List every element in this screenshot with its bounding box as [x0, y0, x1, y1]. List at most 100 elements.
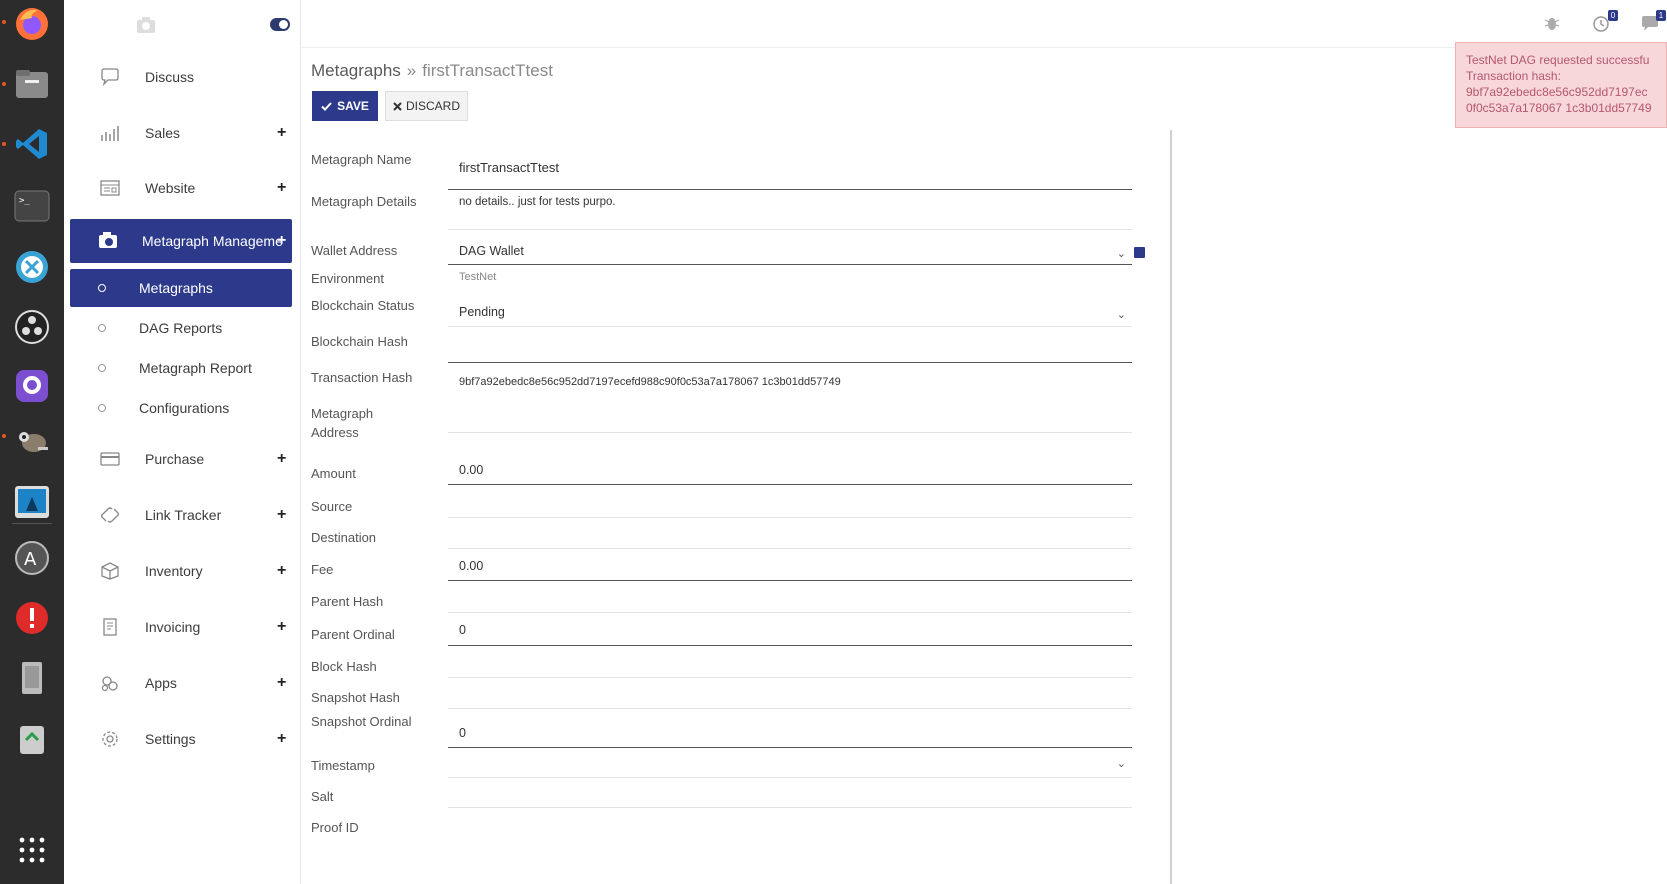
expand-plus-icon[interactable]: +: [277, 124, 286, 142]
amount-input[interactable]: 0.00: [448, 462, 1132, 485]
notification-toast[interactable]: TestNet DAG requested successfu Transact…: [1455, 42, 1667, 128]
image-viewer-icon[interactable]: [10, 480, 54, 524]
parent-hash-label: Parent Hash: [311, 594, 384, 609]
blockchain-hash-label: Blockchain Hash: [311, 334, 408, 349]
parent-hash-input[interactable]: [448, 590, 1132, 613]
sidebar-item-website[interactable]: Website +: [70, 168, 292, 208]
parent-ordinal-input[interactable]: 0: [448, 622, 1132, 646]
snapshot-hash-input[interactable]: [448, 686, 1132, 709]
source-input[interactable]: [448, 495, 1132, 518]
expand-plus-icon[interactable]: +: [277, 562, 286, 580]
ubuntu-dock: >_ A: [0, 0, 64, 884]
sidebar-item-inventory[interactable]: Inventory +: [70, 551, 292, 591]
destination-input[interactable]: [448, 526, 1132, 549]
app-sidebar: Discuss Sales + Website + Metagraph Mana…: [64, 0, 301, 884]
save-button-label: SAVE: [337, 99, 369, 113]
amount-label: Amount: [311, 466, 356, 481]
wallet-address-select[interactable]: DAG Wallet ⌄: [448, 242, 1132, 265]
chart-icon: [101, 126, 119, 141]
gimp-icon[interactable]: [10, 420, 54, 464]
environment-label: Environment: [311, 271, 384, 286]
sidebar-subitem-metagraphs[interactable]: Metagraphs: [70, 269, 292, 307]
sidebar-toggle[interactable]: [270, 18, 290, 31]
sidebar-item-metagraph-management[interactable]: Metagraph Manageme +: [70, 219, 292, 263]
salt-input[interactable]: [448, 785, 1132, 808]
github-desktop-icon[interactable]: [10, 364, 54, 408]
snapshot-ordinal-label: Snapshot Ordinal: [311, 714, 412, 729]
usb-drive-icon[interactable]: [10, 656, 54, 700]
sidebar-item-invoicing[interactable]: Invoicing +: [70, 607, 292, 647]
invoice-icon: [103, 618, 117, 636]
expand-plus-icon[interactable]: +: [277, 179, 286, 197]
alert-icon[interactable]: [10, 596, 54, 640]
block-hash-label: Block Hash: [311, 659, 377, 674]
expand-plus-icon[interactable]: +: [277, 730, 286, 748]
sidebar-item-label: Invoicing: [145, 619, 201, 635]
notification-line: TestNet DAG requested successfu: [1466, 53, 1650, 67]
transaction-hash-input[interactable]: 9bf7a92ebedc8e56c952dd7197ecefd988c90f0c…: [448, 374, 1132, 399]
obs-icon[interactable]: [10, 305, 54, 349]
remote-desktop-icon[interactable]: [10, 245, 54, 289]
trash-icon[interactable]: [10, 716, 54, 760]
sidebar-subitem-label: DAG Reports: [139, 320, 223, 336]
expand-plus-icon[interactable]: +: [277, 506, 286, 524]
firefox-icon[interactable]: [10, 2, 54, 46]
sidebar-subitem-label: Configurations: [139, 400, 230, 416]
camera-icon: [99, 232, 117, 248]
environment-value: TestNet: [459, 271, 497, 283]
save-button[interactable]: SAVE: [312, 91, 378, 121]
sidebar-item-link-tracker[interactable]: Link Tracker +: [70, 495, 292, 535]
messages-badge: 1: [1656, 10, 1666, 21]
apps-icon: [101, 676, 118, 692]
sidebar-item-label: Discuss: [145, 69, 195, 85]
block-hash-input[interactable]: [448, 655, 1132, 678]
chevron-down-icon: ⌄: [1116, 309, 1126, 321]
sidebar-item-sales[interactable]: Sales +: [70, 113, 292, 153]
sidebar-item-apps[interactable]: Apps +: [70, 663, 292, 703]
sidebar-subitem-dag-reports[interactable]: DAG Reports: [70, 309, 292, 347]
vscode-icon[interactable]: [10, 122, 54, 166]
metagraph-name-input[interactable]: firstTransactTtest: [448, 157, 1132, 190]
app-center-icon[interactable]: A: [10, 536, 54, 580]
expand-plus-icon[interactable]: +: [277, 450, 286, 468]
breadcrumb-parent[interactable]: Metagraphs: [311, 61, 401, 80]
bullet-icon: [98, 364, 106, 372]
sidebar-item-label: Website: [145, 180, 196, 196]
sidebar-subitem-metagraph-report[interactable]: Metagraph Report: [70, 349, 292, 387]
sidebar-subitem-configurations[interactable]: Configurations: [70, 389, 292, 427]
files-icon[interactable]: [10, 62, 54, 106]
bullet-icon: [98, 284, 106, 292]
fee-label: Fee: [311, 562, 334, 577]
expand-plus-icon[interactable]: +: [277, 232, 286, 250]
discard-button[interactable]: DISCARD: [385, 91, 468, 121]
blockchain-status-value: Pending: [459, 305, 505, 319]
external-link-icon[interactable]: [1134, 247, 1145, 258]
transaction-hash-label: Transaction Hash: [311, 370, 413, 385]
expand-plus-icon[interactable]: +: [277, 618, 286, 636]
metagraph-address-input[interactable]: [448, 406, 1132, 433]
bullet-icon: [98, 404, 106, 412]
terminal-icon[interactable]: >_: [10, 184, 54, 228]
sidebar-item-label: Link Tracker: [145, 507, 222, 523]
messages-icon[interactable]: 1: [1640, 10, 1666, 32]
sidebar-item-label: Purchase: [145, 451, 205, 467]
expand-plus-icon[interactable]: +: [277, 674, 286, 692]
blockchain-status-select[interactable]: Pending ⌄: [448, 303, 1132, 327]
snapshot-ordinal-input[interactable]: 0: [448, 725, 1132, 748]
sidebar-item-discuss[interactable]: Discuss: [70, 57, 292, 97]
link-icon: [101, 507, 119, 523]
blockchain-hash-input[interactable]: [448, 338, 1132, 363]
sidebar-item-purchase[interactable]: Purchase +: [70, 439, 292, 479]
running-indicator: [2, 434, 6, 438]
activity-clock-icon[interactable]: 0: [1592, 10, 1618, 32]
notification-line: 9bf7a92ebedc8e56c952dd7197ec: [1466, 85, 1648, 99]
credit-card-icon: [100, 452, 120, 466]
bug-icon[interactable]: [1542, 14, 1562, 32]
sidebar-item-settings[interactable]: Settings +: [70, 719, 292, 759]
timestamp-input[interactable]: ⌄: [448, 754, 1132, 778]
fee-input[interactable]: 0.00: [448, 558, 1132, 581]
metagraph-details-textarea[interactable]: no details.. just for tests purpo.: [448, 193, 1132, 230]
sidebar-item-label: Inventory: [145, 563, 203, 579]
show-applications-icon[interactable]: [10, 828, 54, 872]
dock-separator: [12, 523, 52, 524]
